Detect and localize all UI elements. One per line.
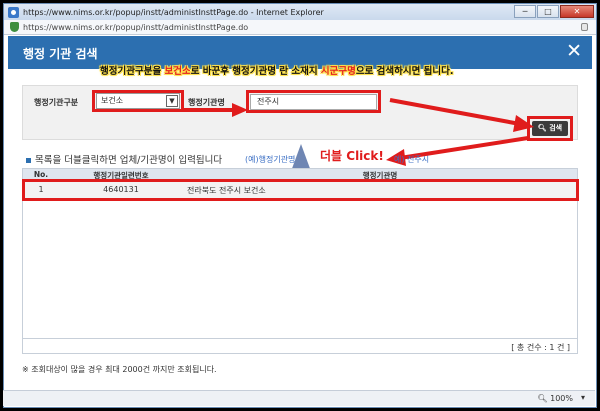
annotation-text-1: 행정기관구분을: [100, 66, 165, 77]
annotation-text-2: 로 바꾼후 행정기관명 란 소재지: [190, 66, 321, 77]
window-controls: ─ □ ✕: [513, 5, 594, 18]
status-bar-wrap: 🔍︎ 100% ▾: [3, 390, 597, 408]
annotation-text-3: 으로 검색하시면 됩니다.: [355, 66, 454, 77]
annotation-highlight-1: 보건소: [164, 66, 191, 77]
maximize-button[interactable]: □: [537, 5, 559, 18]
count-bar: [ 총 건수 : 1 건 ]: [22, 338, 578, 354]
minimize-button[interactable]: ─: [514, 5, 536, 18]
status-bar: 🔍︎ 100% ▾: [3, 390, 595, 406]
annotation-highlight-2: 시군구명: [320, 66, 356, 77]
shield-icon: [10, 22, 19, 32]
address-url[interactable]: https://www.nims.or.kr/popup/instt/admin…: [23, 23, 248, 32]
list-heading-text: 목록을 더블클릭하면 업체/기관명이 입력됩니다: [35, 155, 223, 166]
arrow-to-name-input: [184, 103, 248, 117]
double-click-annotation: 더블 Click!: [318, 147, 386, 164]
window-close-button[interactable]: ✕: [560, 5, 594, 18]
type-label: 행정기관구분: [34, 98, 79, 107]
close-icon[interactable]: ✕: [566, 42, 582, 61]
notice-text: ※ 조회대상이 많을 경우 최대 2000건 까지만 조회됩니다.: [22, 365, 217, 374]
window-title: https://www.nims.or.kr/popup/instt/admin…: [23, 7, 324, 17]
highlight-box-name: [246, 90, 381, 113]
highlight-box-type: [92, 90, 184, 112]
list-hint-tail: 예) 전주시: [394, 155, 430, 164]
highlight-box-row: [22, 179, 579, 201]
zoom-dropdown-icon[interactable]: ▾: [581, 393, 585, 402]
zoom-value: 100%: [550, 394, 573, 403]
col-header-no: No.: [33, 170, 49, 179]
modal-title: 행정 기관 검색: [23, 47, 98, 61]
arrow-to-search-button: [389, 98, 534, 132]
result-count: [ 총 건수 : 1 건 ]: [511, 343, 570, 352]
ie-title-bar: https://www.nims.or.kr/popup/instt/admin…: [4, 4, 596, 20]
address-bar: https://www.nims.or.kr/popup/instt/admin…: [4, 20, 596, 35]
zoom-level[interactable]: 🔍︎ 100%: [537, 394, 573, 403]
bullet-icon: [26, 158, 31, 163]
lock-icon: [581, 23, 588, 31]
instruction-annotation: 행정기관구분을 보건소로 바꾼후 행정기관명 란 소재지 시군구명으로 검색하시…: [100, 63, 454, 77]
list-heading: 목록을 더블클릭하면 업체/기관명이 입력됩니다: [26, 152, 222, 166]
ie-favicon-icon: [8, 6, 19, 18]
